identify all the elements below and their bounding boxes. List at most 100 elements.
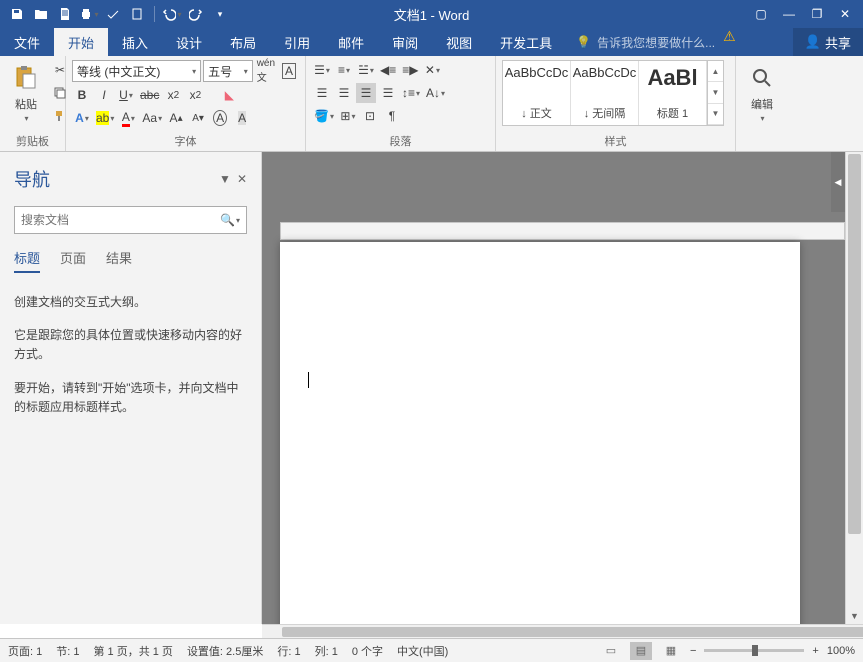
zoom-out-icon[interactable]: − — [690, 645, 696, 657]
gallery-down-icon[interactable]: ▼ — [708, 82, 723, 103]
bold-button[interactable]: B — [72, 85, 92, 105]
borders-button[interactable]: ⊞▾ — [338, 106, 358, 126]
open-icon[interactable] — [30, 3, 52, 25]
ruler-collapse-icon[interactable]: ◀ — [831, 152, 845, 212]
clear-formatting-button[interactable]: ◣ — [219, 85, 239, 105]
zoom-slider-thumb[interactable] — [752, 645, 758, 656]
status-line[interactable]: 行: 1 — [277, 643, 300, 659]
touch-mode-icon[interactable] — [126, 3, 148, 25]
document-page[interactable] — [280, 242, 800, 624]
enclose-characters-button[interactable]: A — [210, 108, 230, 128]
qat-customize-icon[interactable]: ▾ — [209, 3, 231, 25]
tab-developer[interactable]: 开发工具 — [486, 28, 566, 56]
warning-icon[interactable]: ⚠ — [723, 28, 736, 56]
show-marks-button[interactable]: ¶ — [382, 106, 402, 126]
italic-button[interactable]: I — [94, 85, 114, 105]
read-mode-icon[interactable]: ▭ — [600, 642, 622, 660]
line-spacing-button[interactable]: ↕≡▾ — [400, 83, 422, 103]
shrink-font-button[interactable]: A▾ — [188, 108, 208, 128]
align-justify-button[interactable]: ☰ — [356, 83, 376, 103]
align-distributed-button[interactable]: ☰ — [378, 83, 398, 103]
underline-button[interactable]: U▾ — [116, 85, 136, 105]
sort-button[interactable]: A↓▾ — [424, 83, 447, 103]
new-icon[interactable] — [54, 3, 76, 25]
tell-me-search[interactable]: 💡 告诉我您想要做什么... — [566, 28, 715, 56]
tab-home[interactable]: 开始 — [54, 28, 108, 56]
character-border-button[interactable]: A — [279, 61, 299, 81]
superscript-button[interactable]: x2 — [185, 85, 205, 105]
zoom-level[interactable]: 100% — [827, 645, 855, 657]
search-icon[interactable]: 🔍 — [220, 213, 235, 227]
tab-mailings[interactable]: 邮件 — [324, 28, 378, 56]
font-size-combo[interactable]: 五号▾ — [203, 60, 253, 82]
restore-icon[interactable]: ❐ — [805, 3, 829, 25]
hscroll-thumb[interactable] — [282, 627, 863, 637]
find-button[interactable]: 编辑 ▾ — [742, 60, 782, 125]
tab-insert[interactable]: 插入 — [108, 28, 162, 56]
quick-print-icon[interactable]: ▾ — [78, 3, 100, 25]
nav-close-icon[interactable]: ✕ — [237, 172, 247, 186]
web-layout-icon[interactable]: ▦ — [660, 642, 682, 660]
phonetic-guide-button[interactable]: wén文 — [255, 61, 277, 81]
status-language[interactable]: 中文(中国) — [397, 643, 448, 659]
numbering-button[interactable]: ≡▾ — [334, 60, 354, 80]
change-case-button[interactable]: Aa▾ — [140, 108, 164, 128]
style-no-spacing[interactable]: AaBbCcDc ↓ 无间隔 — [571, 61, 639, 125]
style-heading-1[interactable]: AaBl 标题 1 — [639, 61, 707, 125]
snap-grid-button[interactable]: ⊡ — [360, 106, 380, 126]
character-shading-button[interactable]: A — [232, 108, 252, 128]
tab-file[interactable]: 文件 — [0, 28, 54, 56]
tab-layout[interactable]: 布局 — [216, 28, 270, 56]
status-section[interactable]: 节: 1 — [56, 643, 79, 659]
highlight-button[interactable]: ab▾ — [94, 108, 116, 128]
save-icon[interactable] — [6, 3, 28, 25]
scroll-thumb[interactable] — [848, 154, 861, 534]
status-column[interactable]: 列: 1 — [315, 643, 338, 659]
close-icon[interactable]: ✕ — [833, 3, 857, 25]
zoom-in-icon[interactable]: + — [812, 645, 818, 657]
gallery-more-icon[interactable]: ▼ — [708, 104, 723, 125]
strikethrough-button[interactable]: abc — [138, 85, 161, 105]
ribbon-options-icon[interactable]: ▢ — [749, 3, 773, 25]
nav-dropdown-icon[interactable]: ▼ — [219, 172, 231, 186]
style-normal[interactable]: AaBbCcDc ↓ 正文 — [503, 61, 571, 125]
tab-view[interactable]: 视图 — [432, 28, 486, 56]
tab-references[interactable]: 引用 — [270, 28, 324, 56]
status-position[interactable]: 设置值: 2.5厘米 — [187, 643, 263, 659]
multilevel-list-button[interactable]: ☱▾ — [356, 60, 376, 80]
horizontal-ruler[interactable] — [280, 222, 845, 240]
grow-font-button[interactable]: A▴ — [166, 108, 186, 128]
nav-tab-headings[interactable]: 标题 — [14, 248, 40, 273]
nav-tab-pages[interactable]: 页面 — [60, 248, 86, 273]
print-layout-icon[interactable]: ▤ — [630, 642, 652, 660]
share-button[interactable]: 👤 共享 — [793, 28, 863, 56]
align-left-button[interactable]: ☰ — [312, 83, 332, 103]
shading-button[interactable]: 🪣▾ — [312, 106, 336, 126]
tab-review[interactable]: 审阅 — [378, 28, 432, 56]
vertical-scrollbar[interactable]: ▲ ▼ — [845, 152, 863, 624]
status-words[interactable]: 0 个字 — [352, 643, 383, 659]
scroll-down-icon[interactable]: ▼ — [846, 608, 863, 624]
font-color-button[interactable]: A▾ — [118, 108, 138, 128]
minimize-icon[interactable]: — — [777, 3, 801, 25]
undo-icon[interactable]: ▾ — [161, 3, 183, 25]
align-center-button[interactable]: ☰ — [334, 83, 354, 103]
status-pages[interactable]: 第 1 页，共 1 页 — [93, 643, 172, 659]
document-area[interactable]: ◀ ▲ ▼ — [262, 152, 863, 624]
nav-search-input[interactable] — [21, 213, 220, 227]
increase-indent-button[interactable]: ≡▶ — [400, 60, 420, 80]
nav-tab-results[interactable]: 结果 — [106, 248, 132, 273]
gallery-up-icon[interactable]: ▲ — [708, 61, 723, 82]
spelling-icon[interactable] — [102, 3, 124, 25]
subscript-button[interactable]: x2 — [163, 85, 183, 105]
tab-design[interactable]: 设计 — [162, 28, 216, 56]
redo-icon[interactable] — [185, 3, 207, 25]
status-page[interactable]: 页面: 1 — [8, 643, 42, 659]
font-name-combo[interactable]: 等线 (中文正文)▾ — [72, 60, 201, 82]
decrease-indent-button[interactable]: ◀≡ — [378, 60, 398, 80]
asian-layout-button[interactable]: ✕▾ — [422, 60, 442, 80]
nav-search-box[interactable]: 🔍▾ — [14, 206, 247, 234]
text-effects-button[interactable]: A▾ — [72, 108, 92, 128]
bullets-button[interactable]: ☰▾ — [312, 60, 332, 80]
paste-button[interactable]: 粘贴 ▾ — [6, 60, 46, 125]
